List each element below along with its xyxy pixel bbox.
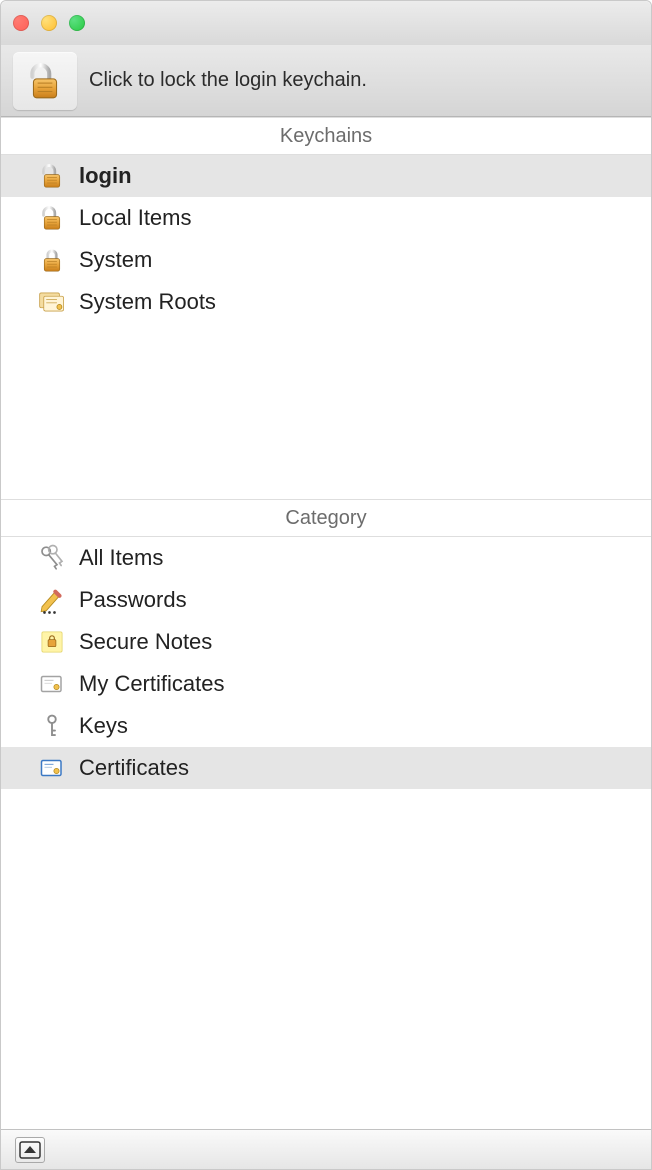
category-item-label: All Items <box>79 545 641 571</box>
keychains-list: login Local Items System System Roots <box>1 155 651 499</box>
keychain-item-login[interactable]: login <box>1 155 651 197</box>
padlock-open-icon <box>37 203 67 233</box>
triangle-up-icon <box>18 1140 42 1160</box>
pencil-dots-icon <box>37 585 67 615</box>
keychain-item-system[interactable]: System <box>1 239 651 281</box>
category-item-certificates[interactable]: Certificates <box>1 747 651 789</box>
lock-hint-label: Click to lock the login keychain. <box>89 69 367 92</box>
keys-icon <box>37 543 67 573</box>
category-list: All Items Passwords Secure Notes My Cert… <box>1 537 651 1129</box>
category-header: Category <box>1 499 651 537</box>
lock-keychain-button[interactable] <box>13 52 77 110</box>
single-key-icon <box>37 711 67 741</box>
keychains-header: Keychains <box>1 117 651 155</box>
category-item-label: Secure Notes <box>79 629 641 655</box>
show-hide-detail-button[interactable] <box>15 1137 45 1163</box>
keychain-item-label: System Roots <box>79 289 641 315</box>
padlock-open-icon <box>37 161 67 191</box>
keychain-access-window: Click to lock the login keychain. Keycha… <box>0 0 652 1170</box>
certificate-blue-icon <box>37 753 67 783</box>
titlebar[interactable] <box>1 1 651 45</box>
secure-note-icon <box>37 627 67 657</box>
keychain-item-system-roots[interactable]: System Roots <box>1 281 651 323</box>
keychain-item-label: System <box>79 247 641 273</box>
padlock-closed-icon <box>37 245 67 275</box>
category-item-keys[interactable]: Keys <box>1 705 651 747</box>
keychain-item-label: login <box>79 163 641 189</box>
category-item-label: Certificates <box>79 755 641 781</box>
padlock-open-icon <box>25 60 65 102</box>
category-item-secure-notes[interactable]: Secure Notes <box>1 621 651 663</box>
category-item-label: Passwords <box>79 587 641 613</box>
keychain-item-label: Local Items <box>79 205 641 231</box>
category-item-label: Keys <box>79 713 641 739</box>
category-item-my-certificates[interactable]: My Certificates <box>1 663 651 705</box>
category-item-label: My Certificates <box>79 671 641 697</box>
footer-bar <box>1 1129 651 1169</box>
traffic-lights <box>13 15 85 31</box>
keychain-item-local-items[interactable]: Local Items <box>1 197 651 239</box>
zoom-window-button[interactable] <box>69 15 85 31</box>
close-window-button[interactable] <box>13 15 29 31</box>
category-item-passwords[interactable]: Passwords <box>1 579 651 621</box>
certificate-icon <box>37 669 67 699</box>
toolbar: Click to lock the login keychain. <box>1 45 651 117</box>
category-item-all-items[interactable]: All Items <box>1 537 651 579</box>
certificate-stack-icon <box>37 287 67 317</box>
minimize-window-button[interactable] <box>41 15 57 31</box>
